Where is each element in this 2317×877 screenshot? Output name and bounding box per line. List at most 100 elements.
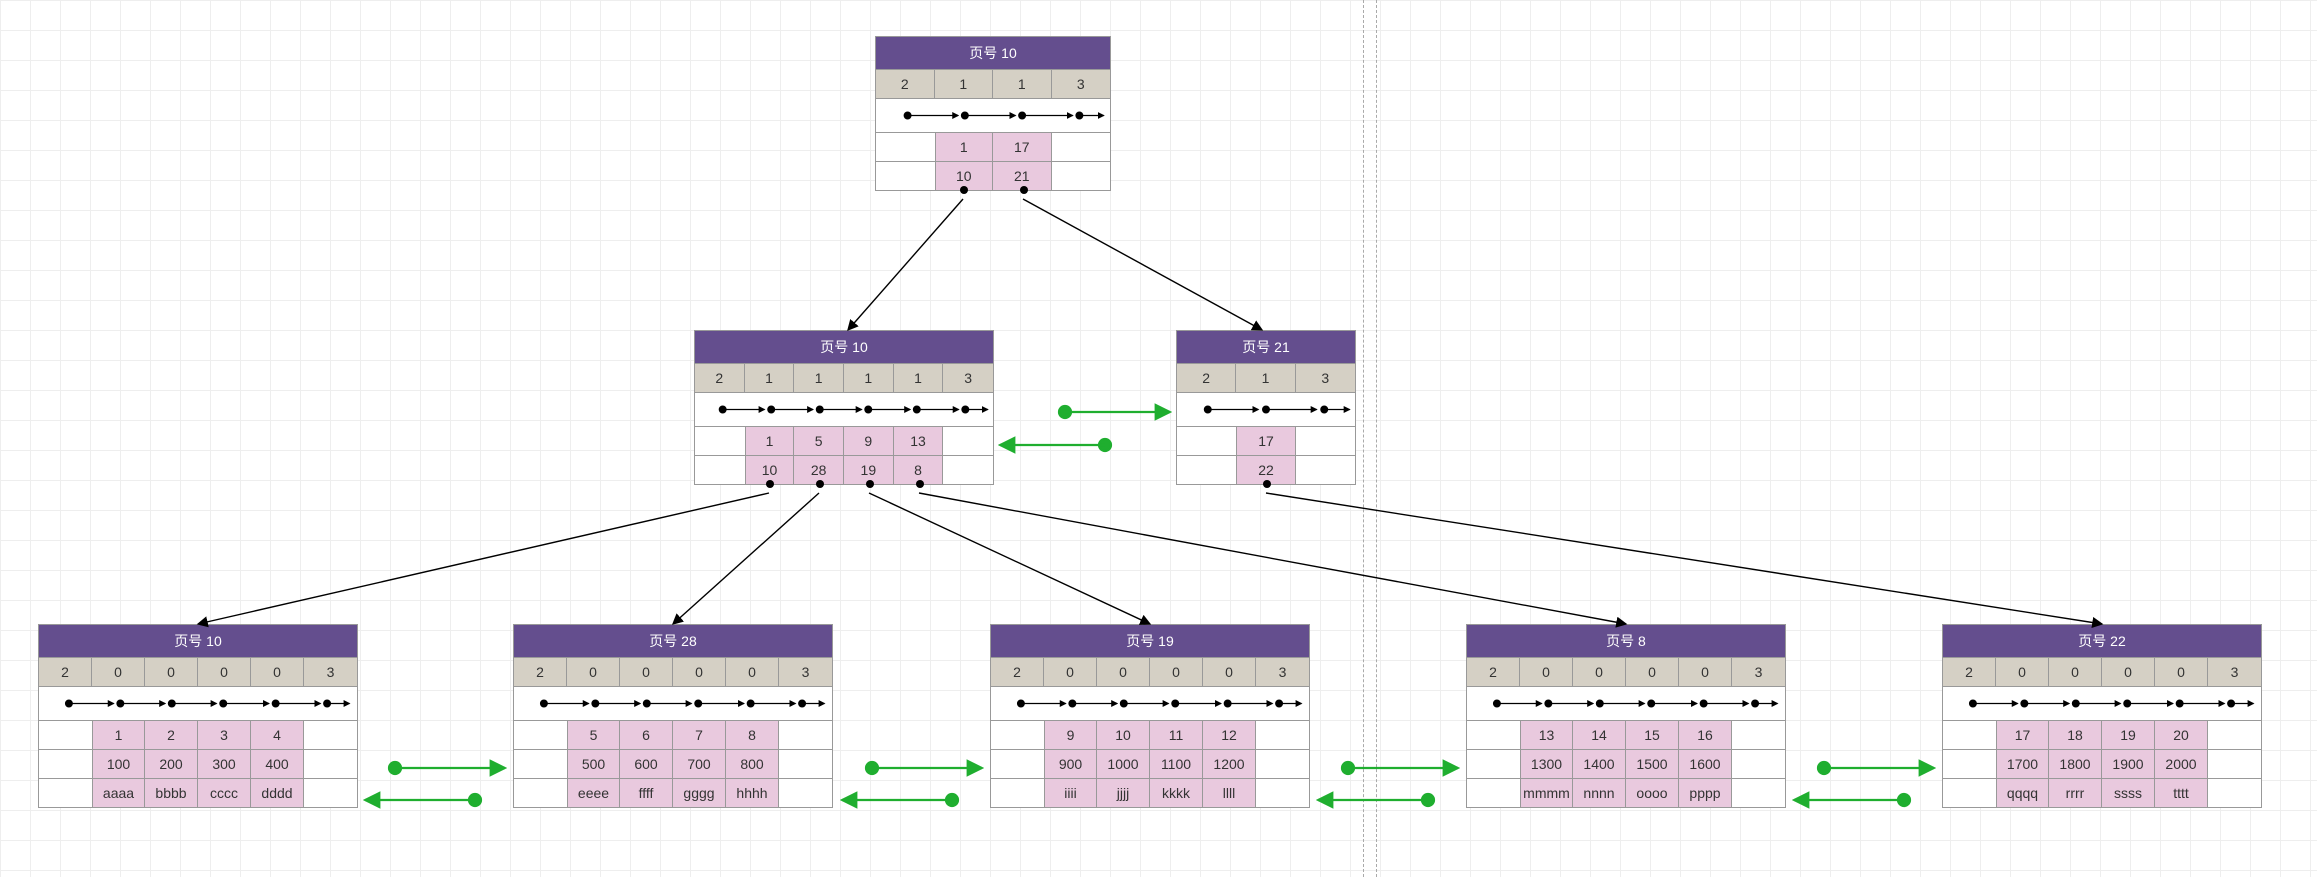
cell: 0	[2155, 658, 2208, 686]
cell: 9	[1044, 721, 1097, 749]
cell: 2	[1177, 364, 1236, 392]
cell: 17	[1996, 721, 2049, 749]
linked-list-row	[514, 687, 832, 721]
node-mid-left[interactable]: 页号 10 2 1 1 1 1 3	[694, 330, 994, 485]
cell: 1900	[2102, 750, 2155, 778]
node-title: 页号 21	[1177, 331, 1355, 364]
linked-list-row	[991, 687, 1309, 721]
linked-list-row	[695, 393, 993, 427]
cell: 900	[1044, 750, 1097, 778]
node-title: 页号 19	[991, 625, 1309, 658]
cell: 3	[304, 658, 357, 686]
cell: 10	[1097, 721, 1150, 749]
cell: 7	[673, 721, 726, 749]
node-leaf-5[interactable]: 页号 22200003171819201700180019002000qqqqr…	[1942, 624, 2262, 808]
cell: eeee	[567, 779, 620, 807]
cell: 1000	[1097, 750, 1150, 778]
node-header-row: 200003	[991, 658, 1309, 687]
cell: oooo	[1626, 779, 1679, 807]
cell: 0	[1044, 658, 1097, 686]
cell: 0	[1520, 658, 1573, 686]
node-title: 页号 28	[514, 625, 832, 658]
cell: 3	[1256, 658, 1309, 686]
cell: 0	[1996, 658, 2049, 686]
cell: 2000	[2155, 750, 2208, 778]
cell: 0	[198, 658, 251, 686]
cell: 5	[794, 427, 844, 455]
cell: 4	[251, 721, 304, 749]
cell: 2	[1467, 658, 1520, 686]
node-root[interactable]: 页号 10 2 1 1 3 1 17	[875, 36, 1111, 191]
cell: 3	[1296, 364, 1355, 392]
canvas[interactable]: 页号 10 2 1 1 3 1 17	[0, 0, 2317, 877]
cell: 0	[567, 658, 620, 686]
cell: 1800	[2049, 750, 2102, 778]
cell: mmmm	[1520, 779, 1573, 807]
cell: 8	[726, 721, 779, 749]
node-title: 页号 10	[876, 37, 1110, 70]
cell: 16	[1679, 721, 1732, 749]
cell: rrrr	[2049, 779, 2102, 807]
cell: 2	[695, 364, 745, 392]
linked-list-row	[1943, 687, 2261, 721]
cell: hhhh	[726, 779, 779, 807]
cell: 14	[1573, 721, 1626, 749]
cell: 0	[145, 658, 198, 686]
cell: 0	[2102, 658, 2155, 686]
cell: 400	[251, 750, 304, 778]
cell: 0	[2049, 658, 2102, 686]
node-leaf-4[interactable]: 页号 8200003131415161300140015001600mmmmnn…	[1466, 624, 1786, 808]
cell: cccc	[198, 779, 251, 807]
cell: 600	[620, 750, 673, 778]
cell: 1	[844, 364, 894, 392]
cell: 1300	[1520, 750, 1573, 778]
linked-list-row	[1467, 687, 1785, 721]
cell: 300	[198, 750, 251, 778]
cell: 500	[567, 750, 620, 778]
cell: 1600	[1679, 750, 1732, 778]
cell: aaaa	[92, 779, 145, 807]
cell: 1	[745, 427, 795, 455]
cell: 0	[620, 658, 673, 686]
cell: 1	[794, 364, 844, 392]
cell: iiii	[1044, 779, 1097, 807]
cell: 9	[844, 427, 894, 455]
cell: jjjj	[1097, 779, 1150, 807]
cell: 3	[1052, 70, 1111, 98]
cell: 1	[894, 364, 944, 392]
node-leaf-3[interactable]: 页号 192000039101112900100011001200iiiijjj…	[990, 624, 1310, 808]
cell: 17	[1236, 427, 1295, 455]
node-leaf-2[interactable]: 页号 282000035678500600700800eeeeffffggggh…	[513, 624, 833, 808]
cell: 1400	[1573, 750, 1626, 778]
cell: 13	[1520, 721, 1573, 749]
cell: kkkk	[1150, 779, 1203, 807]
cell: 0	[1626, 658, 1679, 686]
cell: gggg	[673, 779, 726, 807]
cell: 2	[514, 658, 567, 686]
node-header-row: 200003	[1467, 658, 1785, 687]
cell: 1	[935, 133, 994, 161]
cell: 0	[1573, 658, 1626, 686]
cell: 18	[2049, 721, 2102, 749]
node-leaf-1[interactable]: 页号 102000031234100200300400aaaabbbbccccd…	[38, 624, 358, 808]
cell: 1100	[1150, 750, 1203, 778]
cell: 1	[935, 70, 994, 98]
linked-list-row	[876, 99, 1110, 133]
cell: 1	[745, 364, 795, 392]
cell: 13	[894, 427, 944, 455]
cell: 6	[620, 721, 673, 749]
cell: 0	[1679, 658, 1732, 686]
node-header-row: 200003	[514, 658, 832, 687]
node-title: 页号 10	[39, 625, 357, 658]
cell: 1500	[1626, 750, 1679, 778]
cell: 2	[876, 70, 935, 98]
cell: 2	[145, 721, 198, 749]
cell: dddd	[251, 779, 304, 807]
cell: 2	[991, 658, 1044, 686]
cell: ffff	[620, 779, 673, 807]
node-mid-right[interactable]: 页号 21 2 1 3 17	[1176, 330, 1356, 485]
node-header-row: 200003	[39, 658, 357, 687]
cell: 0	[726, 658, 779, 686]
cell: 1	[92, 721, 145, 749]
cell: llll	[1203, 779, 1256, 807]
